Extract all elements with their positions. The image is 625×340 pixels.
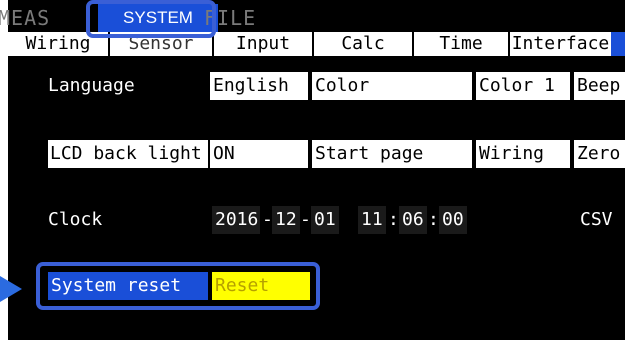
clock-label: Clock xyxy=(48,209,103,230)
color-label: Color xyxy=(312,72,472,100)
clock-date-separator-2: - xyxy=(300,209,311,230)
start-page-label: Start page xyxy=(312,140,472,168)
clock-time-separator: : xyxy=(388,209,399,230)
clock-second[interactable]: 00 xyxy=(439,206,467,234)
tab-input[interactable]: Input xyxy=(214,32,314,56)
mode-tab-file[interactable]: FILE xyxy=(204,4,284,32)
language-value[interactable]: English xyxy=(210,72,308,100)
clock-minute[interactable]: 06 xyxy=(399,206,427,234)
zero-label: Zero xyxy=(574,140,625,168)
csv-label: CSV xyxy=(580,209,613,230)
start-page-value[interactable]: Wiring xyxy=(476,140,570,168)
tab-calc[interactable]: Calc xyxy=(314,32,414,56)
clock-year[interactable]: 2016 xyxy=(212,206,260,234)
tab-time[interactable]: Time xyxy=(414,32,510,56)
beep-label: Beep xyxy=(574,72,625,100)
pointer-arrow-icon xyxy=(0,276,22,302)
tab-scroll-indicator[interactable] xyxy=(611,32,625,56)
clock-month[interactable]: 12 xyxy=(272,206,300,234)
tab-interface[interactable]: Interface xyxy=(510,32,611,56)
language-label: Language xyxy=(48,75,135,96)
mode-tab-meas[interactable]: MEAS xyxy=(0,4,86,32)
system-tab-highlight xyxy=(86,0,216,38)
system-reset-highlight xyxy=(36,262,320,310)
lcd-backlight-label: LCD back light xyxy=(48,140,208,168)
lcd-backlight-value[interactable]: ON xyxy=(210,140,308,168)
clock-day[interactable]: 01 xyxy=(311,206,339,234)
clock-time-separator-2: : xyxy=(428,209,439,230)
clock-hour[interactable]: 11 xyxy=(358,206,386,234)
color-value[interactable]: Color 1 xyxy=(476,72,570,100)
